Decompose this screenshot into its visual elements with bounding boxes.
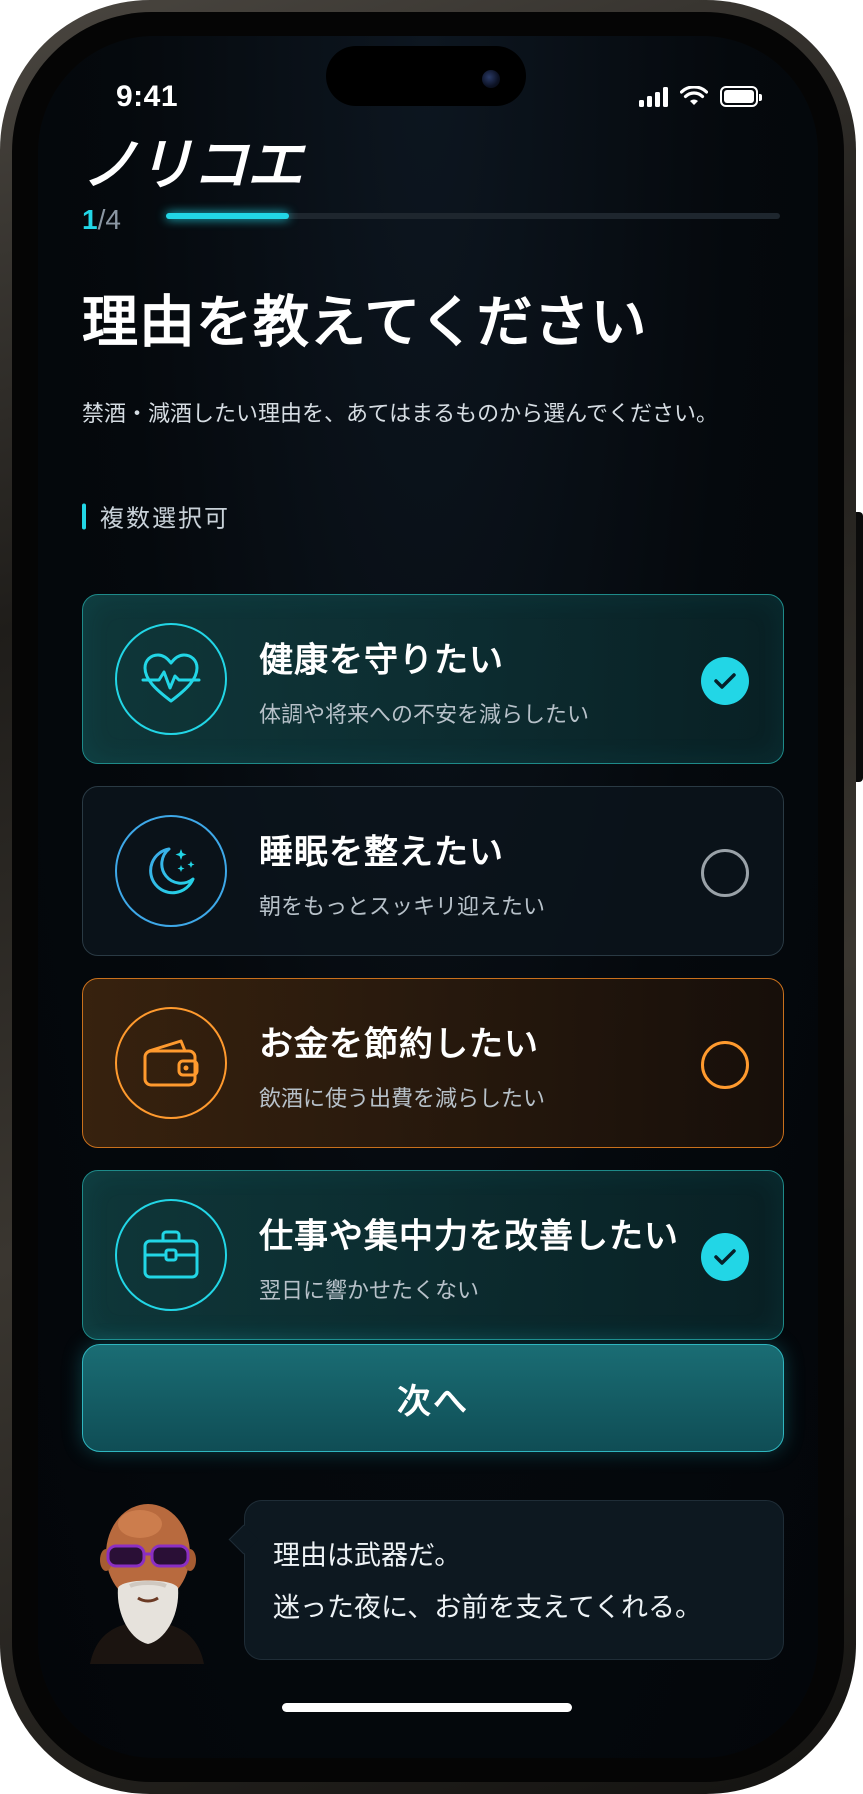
camera-icon (482, 70, 500, 88)
coach-message-line2: 迷った夜に、お前を支えてくれる。 (273, 1592, 703, 1624)
multi-select-hint: 複数選択可 (82, 499, 230, 534)
wallet-icon (115, 1007, 227, 1119)
moon-stars-icon (115, 815, 227, 927)
option-health[interactable]: 健康を守りたい 体調や将来への不安を減らしたい (82, 594, 784, 764)
coach-message-line1: 理由は武器だ。 (273, 1540, 462, 1572)
progress-fill (166, 213, 289, 219)
option-description: 体調や将来への不安を減らしたい (259, 703, 590, 728)
progress-bar (166, 213, 780, 219)
app-screen: 9:41 ノリコエ 1/4 理由を教えてください 禁酒・減酒したい理由を、あては… (38, 36, 818, 1758)
accent-bar (82, 503, 86, 529)
radio-unchecked-icon[interactable] (701, 849, 749, 897)
battery-icon (720, 86, 762, 107)
option-work[interactable]: 仕事や集中力を改善したい 翌日に響かせたくない (82, 1170, 784, 1340)
home-indicator[interactable] (282, 1703, 572, 1712)
page-subtitle: 禁酒・減酒したい理由を、あてはまるものから選んでください。 (82, 402, 719, 427)
checkmark-icon[interactable] (701, 1233, 749, 1281)
status-icons (639, 86, 762, 107)
option-sleep[interactable]: 睡眠を整えたい 朝をもっとスッキリ迎えたい (82, 786, 784, 956)
progress-current: 1 (82, 204, 98, 235)
dynamic-island (326, 46, 526, 106)
checkmark-icon[interactable] (701, 657, 749, 705)
radio-unchecked-icon[interactable] (701, 1041, 749, 1089)
option-title: 睡眠を整えたい (259, 832, 504, 873)
coach-avatar (82, 1494, 212, 1664)
next-button[interactable]: 次へ (82, 1344, 784, 1452)
coach-speech-bubble: 理由は武器だ。 迷った夜に、お前を支えてくれる。 (244, 1500, 784, 1660)
briefcase-icon (115, 1199, 227, 1311)
option-money[interactable]: お金を節約したい 飲酒に使う出費を減らしたい (82, 978, 784, 1148)
progress-total: 4 (105, 204, 121, 235)
option-description: 朝をもっとスッキリ迎えたい (259, 895, 546, 920)
app-logo: ノリコエ (82, 133, 303, 198)
option-title: お金を節約したい (259, 1024, 539, 1065)
option-description: 飲酒に使う出費を減らしたい (259, 1087, 546, 1112)
cellular-signal-icon (639, 86, 668, 107)
option-description: 翌日に響かせたくない (259, 1279, 480, 1304)
option-title: 仕事や集中力を改善したい (259, 1216, 679, 1257)
wifi-icon (680, 86, 708, 105)
multi-select-label: 複数選択可 (100, 504, 230, 533)
option-title: 健康を守りたい (259, 640, 504, 681)
heart-pulse-icon (115, 623, 227, 735)
progress-label: 1/4 (82, 204, 121, 236)
status-time: 9:41 (116, 80, 179, 113)
page-title: 理由を教えてください (82, 290, 648, 356)
